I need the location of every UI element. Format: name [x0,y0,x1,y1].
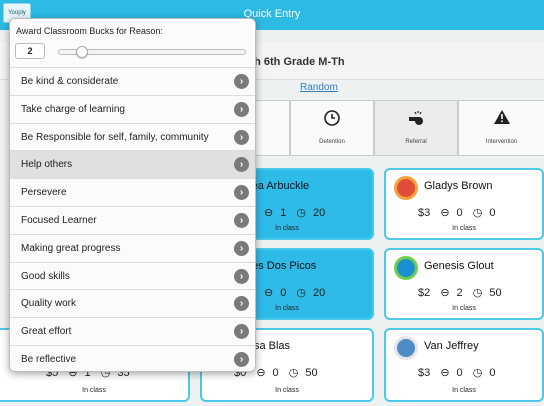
student-status: In class [452,305,476,312]
student-name: Van Jeffrey [424,340,479,352]
timer-value: 20 [313,287,326,299]
minus-circle-icon: ⊖ [440,207,450,219]
minus-circle-icon: ⊖ [264,287,274,299]
reason-label: Help others [21,159,73,171]
reason-item[interactable]: Focused Learner › [10,206,255,234]
action-buttons: Detention Referral Intervention [230,100,544,156]
detention-label: Detention [319,139,345,145]
reason-item[interactable]: Making great progress › [10,233,255,262]
student-status: In class [82,387,106,394]
reason-label: Be kind & considerate [21,76,119,87]
avatar [394,336,418,360]
minus-circle-icon: ⊖ [256,367,266,379]
reason-item[interactable]: Great effort › [10,317,255,346]
student-name: nes Dos Picos [246,260,317,272]
negatives-count: 0 [456,207,463,219]
reason-item[interactable]: Good skills › [10,261,255,290]
whistle-icon [375,109,457,132]
timer-icon: ◷ [472,207,483,219]
timer-icon: ◷ [288,367,299,379]
referral-button[interactable]: Referral [374,100,458,156]
student-status: In class [452,225,476,232]
negatives-count: 0 [272,367,279,379]
reason-label: Quality work [21,298,77,310]
bucks-value: $3 [418,207,431,219]
student-card[interactable]: Gladys Brown $3 ⊖ 0 ◷ 0 In class [384,168,544,240]
timer-value: 50 [489,287,502,299]
award-reason-popover: Award Classroom Bucks for Reason: 2 Be k… [9,18,256,372]
timer-icon: ◷ [472,287,483,299]
warning-icon [459,109,544,130]
chevron-right-icon: › [234,185,249,201]
bucks-value: $2 [418,287,431,299]
timer-icon: ◷ [296,207,307,219]
timer-value: 20 [313,207,326,219]
reason-label: Great effort [21,326,72,338]
chevron-right-icon: › [234,129,249,145]
student-status: In class [275,387,299,394]
reason-label: Persevere [21,187,67,199]
detention-button[interactable]: Detention [290,100,374,156]
student-stats: $3 ⊖ 0 ◷ 0 [418,206,502,219]
popover-title: Award Classroom Bucks for Reason: [16,26,163,36]
student-status: In class [452,387,476,394]
chevron-right-icon: › [234,157,249,173]
bucks-value: $3 [418,367,431,379]
student-name: Genesis Glout [424,260,494,272]
timer-value: 50 [305,367,318,379]
reason-item[interactable]: Take charge of learning › [10,94,255,123]
timer-icon: ◷ [472,367,483,379]
timer-icon: ◷ [296,287,307,299]
timer-value: 0 [489,207,496,219]
negatives-count: 1 [280,207,287,219]
student-stats: $2 ⊖ 2 ◷ 50 [418,286,509,299]
intervention-button[interactable]: Intervention [458,100,544,156]
student-stats: ⊖ 1 ◷ 20 [264,206,332,219]
random-link[interactable]: Random [300,82,338,93]
chevron-right-icon: › [234,352,249,367]
student-name: rea Arbuckle [248,180,310,192]
minus-circle-icon: ⊖ [440,367,450,379]
reason-label: Be Responsible for self, family, communi… [21,131,209,143]
reason-label: Be reflective [21,354,77,365]
chevron-right-icon: › [234,240,249,256]
avatar [394,256,418,280]
reason-label: Take charge of learning [21,103,125,115]
reason-item[interactable]: Quality work › [10,289,255,318]
reason-label: Focused Learner [21,215,97,226]
referral-label: Referral [405,139,427,145]
chevron-right-icon: › [234,213,249,228]
student-card[interactable]: Van Jeffrey $3 ⊖ 0 ◷ 0 In class [384,328,544,402]
reason-item[interactable]: Help others › [10,150,255,179]
class-title: ch 6th Grade M-Th [248,56,345,68]
student-name: Gladys Brown [424,180,493,192]
timer-value: 0 [489,367,496,379]
chevron-right-icon: › [234,101,249,117]
minus-circle-icon: ⊖ [264,207,274,219]
negatives-count: 2 [456,287,463,299]
student-stats: $3 ⊖ 0 ◷ 0 [418,366,502,379]
negatives-count: 0 [280,287,287,299]
slider-thumb[interactable] [75,46,88,58]
negatives-count: 0 [456,367,463,379]
chevron-right-icon: › [234,74,249,89]
student-stats: ⊖ 0 ◷ 20 [264,286,332,299]
reason-item[interactable]: Be reflective › [10,345,255,371]
reason-label: Making great progress [21,242,121,254]
avatar [394,176,418,200]
intervention-label: Intervention [485,139,518,145]
reason-label: Good skills [21,270,70,282]
student-card[interactable]: Genesis Glout $2 ⊖ 2 ◷ 50 In class [384,248,544,320]
chevron-right-icon: › [234,268,249,284]
popover-header: Award Classroom Bucks for Reason: 2 [10,19,255,67]
clock-icon [291,109,373,132]
reason-item[interactable]: Persevere › [10,178,255,207]
reason-item[interactable]: Be kind & considerate › [10,67,255,95]
amount-field[interactable]: 2 [15,43,45,59]
minus-circle-icon: ⊖ [440,287,450,299]
chevron-right-icon: › [234,296,249,312]
reason-item[interactable]: Be Responsible for self, family, communi… [10,122,255,151]
chevron-right-icon: › [234,324,249,340]
